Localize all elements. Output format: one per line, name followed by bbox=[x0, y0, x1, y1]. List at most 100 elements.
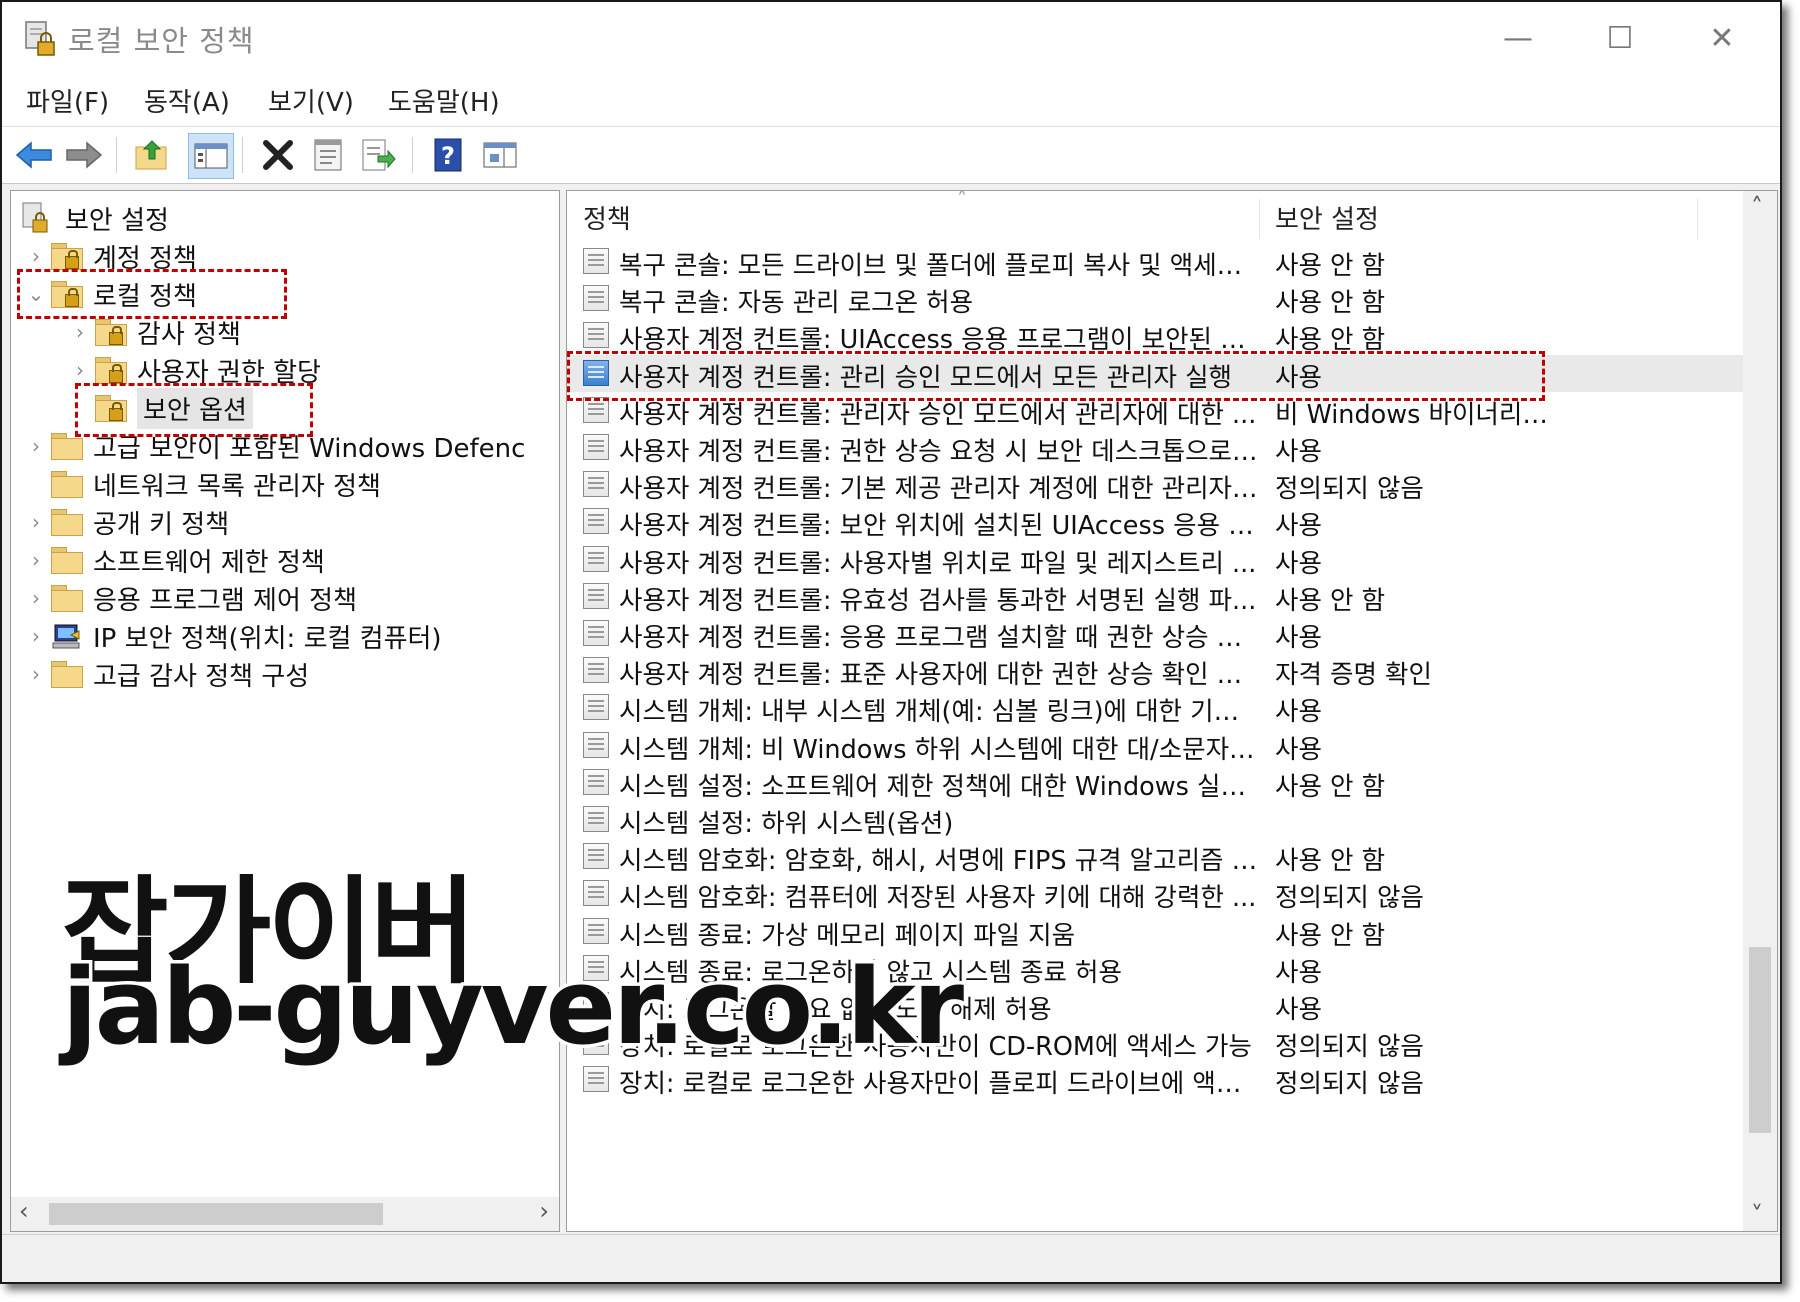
menu-file[interactable]: 파일(F) bbox=[26, 82, 109, 119]
tree-item-label: 소프트웨어 제한 정책 bbox=[93, 547, 325, 578]
policy-icon bbox=[583, 248, 609, 274]
expand-chevron-icon[interactable]: › bbox=[25, 244, 47, 268]
policy-name: 사용자 계정 컨트롤: 기본 제공 관리자 계정에 대한 관리자 ... bbox=[619, 474, 1259, 505]
show-hide-tree-icon[interactable] bbox=[188, 133, 234, 179]
local-security-policy-window: 로컬 보안 정책 — ☐ ✕ 파일(F) 동작(A) 보기(V) 도움말(H) bbox=[0, 0, 1782, 1284]
back-arrow-icon[interactable] bbox=[12, 133, 56, 177]
table-row[interactable]: 사용자 계정 컨트롤: 유효성 검사를 통과한 서명된 실행 파... 사용 안 … bbox=[567, 578, 1757, 616]
table-row[interactable]: 시스템 종료: 가상 메모리 페이지 파일 지움 사용 안 함 bbox=[567, 913, 1757, 951]
list-vertical-scrollbar[interactable]: ˄ ˅ bbox=[1743, 191, 1777, 1231]
column-header-policy[interactable]: 정책 bbox=[583, 191, 1243, 243]
expand-chevron-icon[interactable]: › bbox=[25, 434, 47, 458]
table-row[interactable]: 시스템 암호화: 암호화, 해시, 서명에 FIPS 규격 알고리즘 사용 사용 … bbox=[567, 838, 1757, 877]
policy-icon bbox=[583, 806, 609, 832]
tree-root[interactable]: 보안 설정 bbox=[21, 199, 169, 237]
properties-icon[interactable] bbox=[306, 133, 350, 177]
scroll-left-icon[interactable]: ‹ bbox=[19, 1197, 29, 1225]
tree-item-ip-security[interactable]: › IP 보안 정책(위치: 로컬 컴퓨터) bbox=[25, 617, 442, 655]
policy-icon bbox=[583, 880, 609, 907]
vertical-scroll-thumb[interactable] bbox=[1749, 947, 1771, 1133]
forward-arrow-icon[interactable] bbox=[62, 133, 106, 177]
tree-item-network-list-manager[interactable]: 네트워크 목록 관리자 정책 bbox=[25, 465, 381, 503]
policy-list-pane: 정책 ˄ 보안 설정 복구 콘솔: 모든 드라이브 및 폴더에 플로피 복사 및… bbox=[566, 190, 1778, 1232]
scroll-up-icon[interactable]: ˄ bbox=[1751, 193, 1763, 221]
table-row[interactable]: 시스템 암호화: 컴퓨터에 저장된 사용자 키에 대해 강력한 ... 정의되지 … bbox=[567, 875, 1757, 914]
table-row[interactable]: 사용자 계정 컨트롤: UIAccess 응용 프로그램이 보안된 데스... 사… bbox=[567, 317, 1757, 355]
close-button[interactable]: ✕ bbox=[1672, 2, 1772, 74]
folder-icon bbox=[51, 471, 83, 498]
table-row[interactable]: 시스템 개체: 비 Windows 하위 시스템에 대한 대/소문자 구... 사… bbox=[567, 727, 1757, 765]
tree-item-advanced-audit[interactable]: › 고급 감사 정책 구성 bbox=[25, 655, 309, 693]
expand-chevron-icon[interactable]: › bbox=[25, 624, 47, 648]
menu-view[interactable]: 보기(V) bbox=[268, 82, 354, 119]
sort-ascending-icon: ˄ bbox=[957, 190, 967, 211]
security-policy-app-icon bbox=[25, 21, 55, 56]
table-row[interactable]: 사용자 계정 컨트롤: 응용 프로그램 설치할 때 권한 상승 확인 사용 bbox=[567, 615, 1757, 653]
expand-chevron-icon[interactable]: › bbox=[25, 662, 47, 686]
scroll-right-icon[interactable]: › bbox=[539, 1197, 549, 1225]
menu-action[interactable]: 동작(A) bbox=[144, 82, 230, 119]
toolbar: ? bbox=[2, 126, 1780, 184]
policy-icon bbox=[583, 322, 609, 349]
policy-setting: 사용 bbox=[1275, 957, 1322, 988]
delete-icon[interactable] bbox=[256, 133, 300, 177]
table-row[interactable]: 복구 콘솔: 모든 드라이브 및 폴더에 플로피 복사 및 액세스 ... 사용 … bbox=[567, 243, 1757, 281]
folder-icon bbox=[51, 585, 83, 612]
policy-name: 사용자 계정 컨트롤: 보안 위치에 설치된 UIAccess 응용 프... bbox=[619, 511, 1259, 542]
policy-setting: 사용 안 함 bbox=[1275, 585, 1386, 616]
expand-chevron-icon[interactable]: › bbox=[25, 548, 47, 572]
expand-chevron-icon[interactable]: › bbox=[25, 586, 47, 610]
highlight-admin-approval-mode bbox=[567, 351, 1545, 401]
policy-name: 시스템 개체: 비 Windows 하위 시스템에 대한 대/소문자 구... bbox=[619, 734, 1259, 765]
table-row[interactable]: 사용자 계정 컨트롤: 표준 사용자에 대한 권한 상승 확인 방법 자격 증명 … bbox=[567, 652, 1757, 691]
policy-setting: 사용 안 함 bbox=[1275, 846, 1386, 877]
window-title: 로컬 보안 정책 bbox=[68, 24, 255, 58]
tree-item-app-control[interactable]: › 응용 프로그램 제어 정책 bbox=[25, 579, 357, 617]
column-header-setting[interactable]: 보안 설정 bbox=[1275, 191, 1565, 243]
tree-item-software-restriction[interactable]: › 소프트웨어 제한 정책 bbox=[25, 541, 325, 579]
policy-setting: 정의되지 않음 bbox=[1275, 1069, 1424, 1100]
table-row[interactable]: 시스템 설정: 하위 시스템(옵션) bbox=[567, 801, 1757, 839]
policy-setting: 사용 안 함 bbox=[1275, 251, 1386, 281]
tree-item-public-key-policy[interactable]: › 공개 키 정책 bbox=[25, 503, 229, 541]
table-row[interactable]: 시스템 개체: 내부 시스템 개체(예: 심볼 링크)에 대한 기본 ... 사용 bbox=[567, 689, 1757, 728]
policy-icon bbox=[583, 620, 609, 646]
tree-horizontal-scrollbar[interactable]: ‹ › bbox=[11, 1197, 559, 1231]
table-row[interactable]: 사용자 계정 컨트롤: 보안 위치에 설치된 UIAccess 응용 프... 사… bbox=[567, 503, 1757, 542]
policy-name: 사용자 계정 컨트롤: 표준 사용자에 대한 권한 상승 확인 방법 bbox=[619, 660, 1259, 691]
policy-icon bbox=[583, 694, 609, 721]
policy-icon bbox=[583, 434, 609, 460]
ip-security-icon bbox=[52, 624, 80, 649]
column-header-setting-label: 보안 설정 bbox=[1275, 204, 1379, 235]
up-folder-icon[interactable] bbox=[130, 133, 174, 177]
expand-chevron-icon[interactable]: › bbox=[69, 320, 91, 344]
maximize-button[interactable]: ☐ bbox=[1570, 2, 1670, 74]
help-icon[interactable]: ? bbox=[426, 133, 470, 177]
policy-name: 시스템 암호화: 컴퓨터에 저장된 사용자 키에 대해 강력한 ... bbox=[619, 883, 1257, 914]
table-row[interactable]: 사용자 계정 컨트롤: 권한 상승 요청 시 보안 데스크톱으로 ... 사용 bbox=[567, 429, 1757, 467]
policy-icon bbox=[583, 768, 609, 795]
tree-item-label: IP 보안 정책(위치: 로컬 컴퓨터) bbox=[93, 623, 442, 654]
column-header-policy-label: 정책 bbox=[583, 204, 631, 235]
policy-icon bbox=[583, 545, 609, 572]
horizontal-scroll-thumb[interactable] bbox=[49, 1203, 383, 1225]
table-row[interactable]: 사용자 계정 컨트롤: 기본 제공 관리자 계정에 대한 관리자 ... 정의되지… bbox=[567, 466, 1757, 505]
table-row[interactable]: 복구 콘솔: 자동 관리 로그온 허용 사용 안 함 bbox=[567, 280, 1757, 318]
policy-name: 사용자 계정 컨트롤: 사용자별 위치로 파일 및 레지스트리 ... bbox=[619, 548, 1257, 579]
scroll-down-icon[interactable]: ˅ bbox=[1751, 1201, 1763, 1229]
policy-name: 장치: 로컬로 로그온한 사용자만이 플로피 드라이브에 액세... bbox=[619, 1069, 1259, 1100]
mmc-icon[interactable] bbox=[478, 133, 522, 177]
table-row[interactable]: 시스템 설정: 소프트웨어 제한 정책에 대한 Windows 실행 ... 사용… bbox=[567, 764, 1757, 802]
policy-setting: 정의되지 않음 bbox=[1275, 883, 1424, 914]
expand-chevron-icon[interactable]: › bbox=[25, 510, 47, 534]
policy-setting: 사용 bbox=[1275, 697, 1322, 728]
export-list-icon[interactable] bbox=[356, 133, 400, 177]
minimize-button[interactable]: — bbox=[1468, 2, 1568, 74]
tree-item-label: 응용 프로그램 제어 정책 bbox=[93, 585, 357, 616]
menu-help[interactable]: 도움말(H) bbox=[388, 82, 500, 119]
policy-setting: 사용 bbox=[1275, 995, 1322, 1025]
expand-chevron-icon[interactable]: › bbox=[69, 358, 91, 382]
policy-icon bbox=[583, 843, 609, 870]
watermark-url: jab-guyver.co.kr bbox=[58, 943, 967, 1072]
table-row[interactable]: 사용자 계정 컨트롤: 사용자별 위치로 파일 및 레지스트리 ... 사용 bbox=[567, 541, 1757, 579]
